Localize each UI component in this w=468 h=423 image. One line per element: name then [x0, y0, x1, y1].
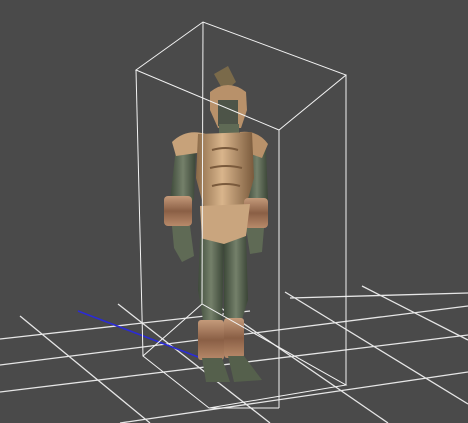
right-greave [198, 320, 224, 360]
gladiator-model[interactable] [164, 66, 268, 382]
viewport-canvas[interactable] [0, 0, 468, 423]
left-greave [224, 318, 244, 358]
face [218, 100, 238, 126]
left-hand [246, 228, 264, 254]
right-foot [202, 358, 230, 382]
chest-armor [196, 132, 254, 208]
right-hand [172, 226, 194, 262]
right-bracer [164, 196, 192, 226]
left-foot [228, 356, 262, 382]
left-leg [224, 236, 248, 326]
3d-viewport[interactable] [0, 0, 468, 423]
